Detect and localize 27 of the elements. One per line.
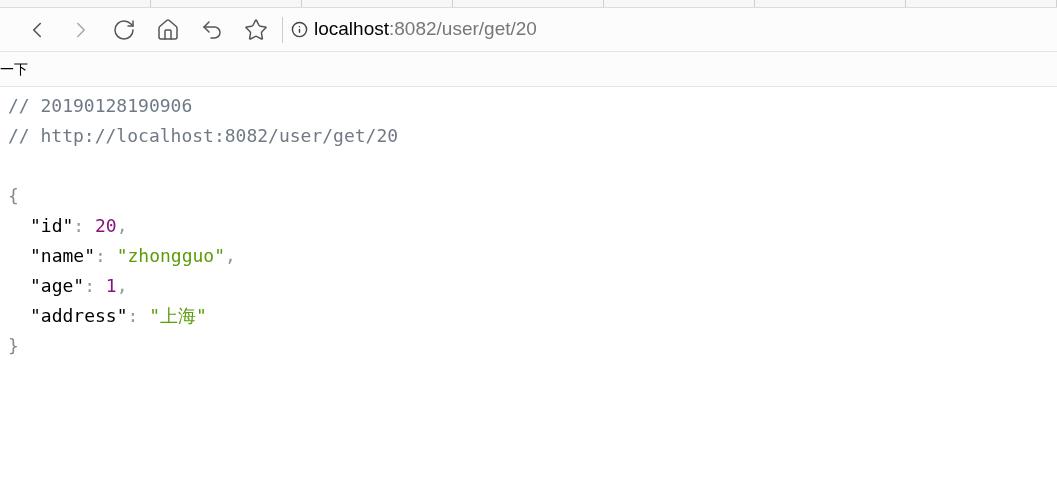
close-brace: } <box>8 334 19 358</box>
url-path: :8082/user/get/20 <box>389 17 537 42</box>
json-key: "name" <box>30 241 96 271</box>
comma: , <box>116 274 128 298</box>
colon: : <box>73 214 85 238</box>
comment-line: // http://localhost:8082/user/get/20 <box>8 124 399 148</box>
address-bar[interactable]: localhost:8082/user/get/20 <box>291 14 545 45</box>
json-value: "zhongguo" <box>116 244 226 268</box>
comma: , <box>116 214 128 238</box>
home-icon[interactable] <box>156 17 180 42</box>
comment-line: // 20190128190906 <box>8 94 193 118</box>
star-icon[interactable] <box>244 17 268 42</box>
comma: , <box>225 244 236 268</box>
json-value: 20 <box>95 214 117 238</box>
open-brace: { <box>8 184 19 208</box>
json-value: "上海" <box>149 304 207 328</box>
reload-icon[interactable] <box>112 17 136 42</box>
colon: : <box>84 274 96 298</box>
info-icon[interactable] <box>291 21 308 38</box>
json-key: "age" <box>30 271 85 301</box>
colon: : <box>127 304 139 328</box>
url-host: localhost <box>314 17 389 42</box>
bookmark[interactable]: 一下 <box>0 58 28 80</box>
json-key: "id" <box>30 211 74 241</box>
json-value: 1 <box>105 274 117 298</box>
json-key: "address" <box>30 301 128 331</box>
colon: : <box>95 244 106 268</box>
